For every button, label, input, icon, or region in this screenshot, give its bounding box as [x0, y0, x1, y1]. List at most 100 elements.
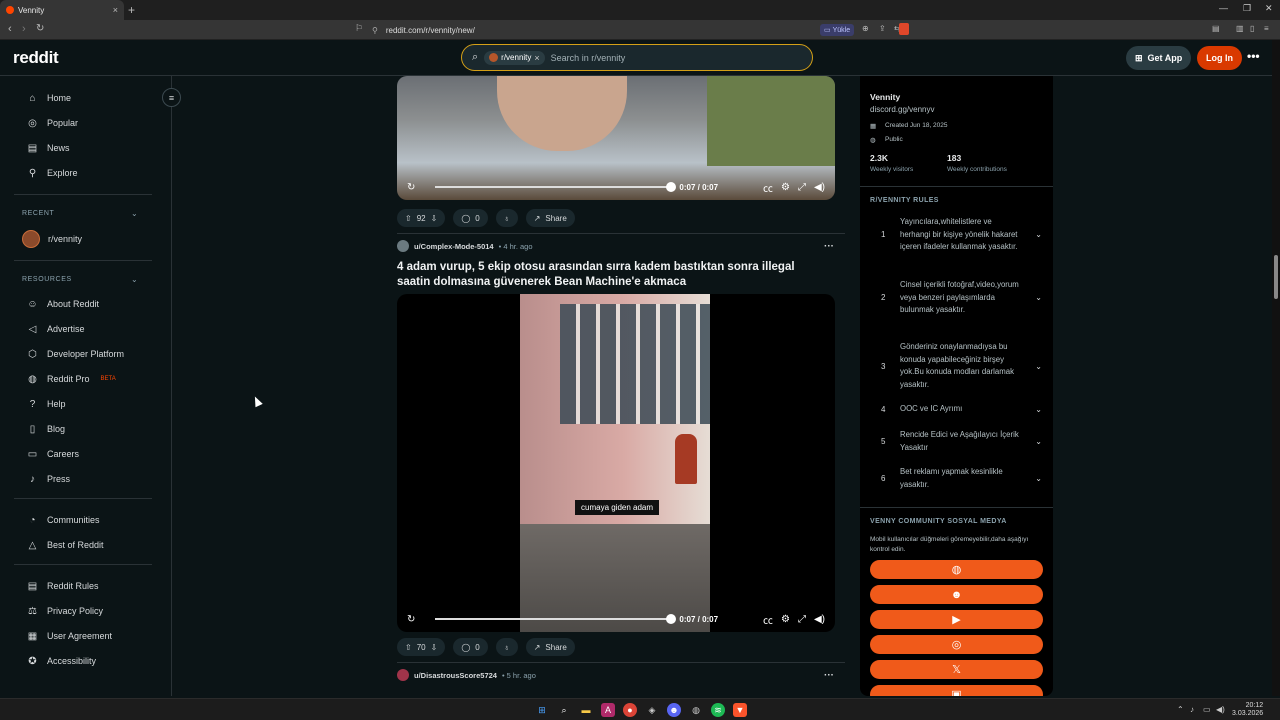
nav-popular[interactable]: ◎ Popular [26, 114, 78, 132]
app-icon[interactable]: A [601, 703, 615, 717]
instagram-button[interactable]: ◎ [870, 635, 1043, 654]
downvote-icon[interactable]: ⇩ [431, 643, 438, 652]
vote-button[interactable]: ⇧ 92 ⇩ [397, 209, 446, 227]
reload-icon[interactable]: ↻ [36, 23, 44, 34]
progress-knob[interactable] [666, 614, 677, 624]
post-author[interactable]: u/DisastrousScore5724 [414, 671, 497, 680]
nav-communities[interactable]: ◔ Communities [26, 511, 99, 529]
site-info-icon[interactable]: ⚲ [372, 26, 378, 35]
close-window-icon[interactable]: ✕ [1265, 3, 1273, 14]
tray-chevron-icon[interactable]: ⌃ [1177, 705, 1184, 714]
search-icon[interactable]: ⌕ [557, 703, 571, 717]
post-options-icon[interactable]: ··· [824, 241, 834, 252]
video-progress[interactable] [435, 614, 677, 624]
system-clock[interactable]: 20:12 3.03.2026 [1232, 702, 1263, 718]
steam-icon[interactable]: ◍ [689, 703, 703, 717]
social-button[interactable]: ▣ [870, 685, 1043, 696]
subreddit-scope-chip[interactable]: r/vennity × [484, 50, 545, 65]
chevron-down-icon[interactable]: ⌄ [1035, 437, 1042, 446]
discord-icon[interactable]: ☻ [667, 703, 681, 717]
volume-icon[interactable]: ◀) [814, 182, 825, 193]
rule-item[interactable]: 2 Cinsel içerikli fotoğraf,video,yorum ve… [870, 279, 1042, 317]
login-button[interactable]: Log In [1197, 46, 1242, 70]
award-button[interactable]: ♁ [495, 209, 518, 227]
brave-icon[interactable]: ▼ [733, 703, 747, 717]
app-icon[interactable]: ◈ [645, 703, 659, 717]
website-button[interactable]: ◍ [870, 560, 1043, 579]
fullscreen-icon[interactable]: ⤢ [798, 614, 806, 625]
fullscreen-icon[interactable]: ⤢ [798, 182, 806, 193]
recent-heading[interactable]: RECENT [22, 210, 54, 217]
share-button[interactable]: ↗ Share [525, 638, 575, 656]
nav-reddit-rules[interactable]: ▤ Reddit Rules [26, 577, 99, 595]
restore-icon[interactable]: ❐ [1243, 3, 1251, 14]
replay-icon[interactable]: ↻ [407, 614, 415, 625]
nav-reddit-pro[interactable]: ◍ Reddit Pro BETA [26, 370, 116, 388]
discord-button[interactable]: ☻ [870, 585, 1043, 604]
microphone-icon[interactable]: ♪ [1190, 705, 1194, 714]
community-link[interactable]: discord.gg/vennyv [870, 105, 934, 114]
nav-careers[interactable]: ▭ Careers [26, 445, 79, 463]
video-player[interactable]: cumaya giden adam ↻ 0:07 / 0:07 ㏄ ⚙ ⤢ ◀) [397, 294, 835, 632]
nav-explore[interactable]: ⚲ Explore [26, 164, 78, 182]
nav-news[interactable]: ▤ News [26, 139, 70, 157]
comments-button[interactable]: ◯ 0 [453, 209, 488, 227]
spotify-icon[interactable]: ≋ [711, 703, 725, 717]
upvote-icon[interactable]: ⇧ [405, 214, 412, 223]
search-bar[interactable]: ⌕ r/vennity × [461, 44, 813, 71]
video-progress[interactable] [435, 182, 677, 192]
bookmark-icon[interactable]: ⚐ [355, 23, 363, 34]
progress-knob[interactable] [666, 182, 677, 192]
split-view-icon[interactable]: ▯ [1250, 24, 1254, 33]
forward-icon[interactable]: › [22, 23, 26, 35]
rule-item[interactable]: 5 Rencide Edici ve Aşağılayıcı İçerik Yas… [870, 429, 1042, 454]
nav-blog[interactable]: ▯ Blog [26, 420, 65, 438]
sidebar-icon[interactable]: ▤ [1212, 24, 1220, 33]
award-button[interactable]: ♁ [495, 638, 518, 656]
user-avatar[interactable] [397, 669, 409, 681]
collapse-nav-button[interactable]: ≡ [162, 88, 181, 107]
nav-developer-platform[interactable]: ⬡ Developer Platform [26, 345, 124, 363]
nav-user-agreement[interactable]: ▦ User Agreement [26, 627, 112, 645]
nav-privacy-policy[interactable]: ⚖ Privacy Policy [26, 602, 103, 620]
reddit-logo[interactable]: reddit [13, 48, 59, 68]
nav-best-of-reddit[interactable]: △ Best of Reddit [26, 536, 104, 554]
minimize-icon[interactable]: — [1219, 3, 1228, 13]
rule-item[interactable]: 1 Yayıncılara,whitelistlere ve herhangi b… [870, 216, 1042, 254]
windows-start-icon[interactable]: ⊞ [535, 703, 549, 717]
file-explorer-icon[interactable]: ▬ [579, 703, 593, 717]
share-button[interactable]: ↗ Share [525, 209, 575, 227]
rule-item[interactable]: 4 OOC ve IC Ayrımı ⌄ [870, 403, 1042, 416]
vote-button[interactable]: ⇧ 70 ⇩ [397, 638, 446, 656]
scrollbar-thumb[interactable] [1274, 255, 1278, 299]
more-options-icon[interactable]: ••• [1247, 49, 1260, 63]
remove-scope-icon[interactable]: × [534, 53, 539, 63]
captions-icon[interactable]: ㏄ [763, 180, 773, 195]
page-scrollbar[interactable] [1272, 40, 1280, 696]
post-author[interactable]: u/Complex-Mode-5014 [414, 242, 494, 251]
back-icon[interactable]: ‹ [8, 23, 12, 35]
youtube-button[interactable]: ▶ [870, 610, 1043, 629]
comments-button[interactable]: ◯ 0 [453, 638, 488, 656]
settings-icon[interactable]: ⚙ [781, 182, 790, 193]
yukle-button[interactable]: ▭ Yükle [820, 24, 855, 36]
chevron-down-icon[interactable]: ⌄ [1035, 362, 1042, 371]
zoom-icon[interactable]: ⊕ [862, 24, 869, 33]
post-title[interactable]: 4 adam vurup, 5 ekip otosu arasından sır… [397, 260, 817, 290]
chrome-icon[interactable]: ● [623, 703, 637, 717]
chevron-down-icon[interactable]: ⌄ [1035, 405, 1042, 414]
browser-tab[interactable]: Vennity × [0, 0, 124, 20]
x-button[interactable]: 𝕏 [870, 660, 1043, 679]
captions-icon[interactable]: ㏄ [763, 612, 773, 627]
nav-help[interactable]: ? Help [26, 395, 66, 413]
search-input[interactable] [550, 52, 751, 63]
chevron-down-icon[interactable]: ⌄ [1035, 230, 1042, 239]
menu-icon[interactable]: ≡ [1264, 24, 1269, 33]
video-player[interactable]: ↻ 0:07 / 0:07 ㏄ ⚙ ⤢ ◀) [397, 76, 835, 200]
user-avatar[interactable] [397, 240, 409, 252]
volume-icon[interactable]: ◀) [814, 614, 825, 625]
network-icon[interactable]: ▭ [1203, 705, 1211, 714]
wallet-icon[interactable]: ▥ [1236, 24, 1244, 33]
share-icon[interactable]: ⇪ [879, 24, 886, 33]
settings-icon[interactable]: ⚙ [781, 614, 790, 625]
